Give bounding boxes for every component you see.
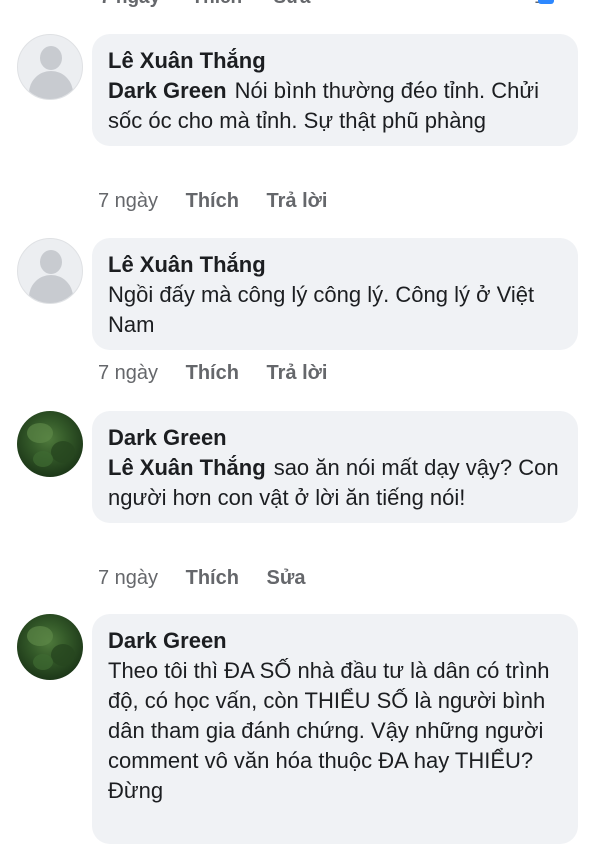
comment-actions: 7 ngày Thích Sửa: [98, 565, 327, 591]
comment-author[interactable]: Dark Green: [108, 626, 562, 656]
reply-button[interactable]: Trả lời: [267, 362, 328, 384]
avatar[interactable]: [17, 411, 83, 477]
comment-bubble: Lê Xuân Thắng Ngồi đấy mà công lý công l…: [92, 238, 578, 350]
default-user-icon: [40, 250, 62, 274]
comment-bubble: Dark Green Lê Xuân Thắng sao ăn nói mất d…: [92, 411, 578, 523]
comment-author[interactable]: Lê Xuân Thắng: [108, 46, 562, 76]
like-button[interactable]: Thích: [191, 0, 242, 8]
comment-actions: 7 ngày Thích Trả lời: [98, 188, 349, 214]
comment-author[interactable]: Dark Green: [108, 423, 562, 453]
comment-text: Dark Green Nói bình thường đéo tỉnh. Chửi…: [108, 78, 540, 133]
edit-button[interactable]: Sửa: [267, 567, 306, 589]
edit-button[interactable]: Sửa: [273, 0, 310, 8]
reply-button[interactable]: Trả lời: [267, 190, 328, 212]
like-button[interactable]: Thích: [186, 567, 239, 589]
comment-bubble: Dark Green Theo tôi thì ĐA SỐ nhà đầu tư…: [92, 614, 578, 844]
timestamp[interactable]: 7 ngày: [98, 567, 158, 589]
previous-comment-actions: 7 ngày Thích Sửa 1: [100, 0, 545, 9]
avatar[interactable]: [17, 614, 83, 680]
comment-text: Theo tôi thì ĐA SỐ nhà đầu tư là dân có …: [108, 658, 550, 803]
avatar[interactable]: [17, 34, 83, 100]
timestamp[interactable]: 7 ngày: [98, 362, 158, 384]
comment-actions: 7 ngày Thích Trả lời: [98, 360, 349, 386]
comment-text: Lê Xuân Thắng sao ăn nói mất dạy vậy? Con…: [108, 455, 559, 510]
default-user-icon: [40, 46, 62, 70]
avatar[interactable]: [17, 238, 83, 304]
mention[interactable]: Dark Green: [108, 78, 227, 103]
like-reaction-icon: [538, 0, 554, 4]
mention[interactable]: Lê Xuân Thắng: [108, 455, 266, 480]
timestamp[interactable]: 7 ngày: [98, 190, 158, 212]
comment-bubble: Lê Xuân Thắng Dark Green Nói bình thường …: [92, 34, 578, 146]
comment-author[interactable]: Lê Xuân Thắng: [108, 250, 562, 280]
timestamp: 7 ngày: [100, 0, 160, 8]
like-button[interactable]: Thích: [186, 362, 239, 384]
like-button[interactable]: Thích: [186, 190, 239, 212]
comment-text: Ngồi đấy mà công lý công lý. Công lý ở V…: [108, 282, 535, 337]
